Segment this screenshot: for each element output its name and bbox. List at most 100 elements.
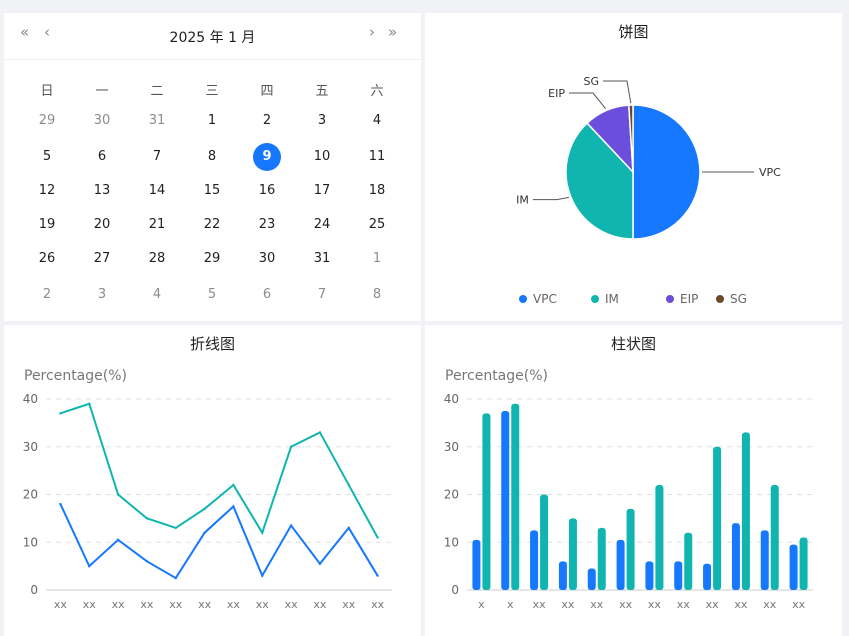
bar-series-2 bbox=[482, 413, 491, 590]
line-point bbox=[289, 524, 293, 527]
legend-marker bbox=[666, 295, 674, 303]
bar-series-1 bbox=[703, 563, 712, 590]
y-tick-label: 0 bbox=[30, 583, 38, 597]
line-point bbox=[232, 505, 235, 508]
legend-label: SG bbox=[730, 292, 747, 306]
bar-series-2 bbox=[741, 432, 750, 590]
y-tick-label: 20 bbox=[23, 488, 38, 502]
pie-slice-label: VPC bbox=[759, 166, 781, 179]
pie-label-line bbox=[603, 80, 632, 104]
x-tick-label: xx bbox=[227, 598, 241, 611]
x-tick-label: xx bbox=[285, 598, 299, 611]
next-month-button[interactable]: › bbox=[369, 23, 375, 41]
bar-series-1 bbox=[789, 544, 798, 590]
x-tick-label: xx bbox=[83, 598, 97, 611]
bar-series-2 bbox=[655, 484, 664, 590]
legend-label: VPC bbox=[533, 292, 557, 306]
calendar-day[interactable]: 24 bbox=[308, 211, 336, 239]
calendar-day[interactable]: 8 bbox=[198, 143, 226, 171]
calendar-day[interactable]: 30 bbox=[253, 245, 281, 273]
line-point bbox=[376, 536, 379, 539]
line-point bbox=[376, 574, 379, 577]
calendar-day[interactable]: 31 bbox=[143, 107, 171, 135]
calendar-day[interactable]: 7 bbox=[143, 143, 171, 171]
calendar-day[interactable]: 25 bbox=[363, 211, 391, 239]
x-tick-label: xx bbox=[792, 598, 806, 611]
calendar-day[interactable]: 1 bbox=[198, 107, 226, 135]
calendar-day[interactable]: 14 bbox=[143, 177, 171, 205]
calendar-day[interactable]: 5 bbox=[198, 281, 226, 309]
y-tick-label: 30 bbox=[23, 440, 38, 454]
calendar-day[interactable]: 20 bbox=[88, 211, 116, 239]
calendar-day[interactable]: 29 bbox=[33, 107, 61, 135]
calendar-day[interactable]: 10 bbox=[308, 143, 336, 171]
x-tick-label: xx bbox=[371, 598, 385, 611]
pie-slice-label: EIP bbox=[548, 87, 565, 100]
x-tick-label: xx bbox=[677, 598, 691, 611]
calendar-day[interactable]: 18 bbox=[363, 177, 391, 205]
weekday-header: 四 bbox=[260, 84, 274, 99]
calendar-day[interactable]: 17 bbox=[308, 177, 336, 205]
x-tick-label: xx bbox=[734, 598, 748, 611]
calendar-day[interactable]: 4 bbox=[143, 281, 171, 309]
calendar-day[interactable]: 12 bbox=[33, 177, 61, 205]
line-point bbox=[318, 431, 322, 434]
calendar-day[interactable]: 15 bbox=[198, 177, 226, 205]
legend-label: IM bbox=[605, 292, 619, 306]
calendar-day-selected[interactable]: 9 bbox=[253, 143, 281, 171]
line-point bbox=[347, 526, 350, 530]
bar-series-2 bbox=[713, 446, 722, 590]
calendar-panel: « ‹ 2025 年 1 月 › » 日一二三四五六 29 30 31 1 2 3 4 5 6 7 8… bbox=[4, 13, 421, 321]
calendar-day[interactable]: 5 bbox=[33, 143, 61, 171]
calendar-day[interactable]: 6 bbox=[88, 143, 116, 171]
calendar-day[interactable]: 31 bbox=[308, 245, 336, 273]
calendar-day[interactable]: 8 bbox=[363, 281, 391, 309]
calendar-day[interactable]: 27 bbox=[88, 245, 116, 273]
bar-series-1 bbox=[558, 561, 567, 590]
next-year-button[interactable]: » bbox=[388, 23, 397, 41]
calendar-day[interactable]: 23 bbox=[253, 211, 281, 239]
legend-marker bbox=[519, 295, 527, 303]
calendar-day[interactable]: 1 bbox=[363, 245, 391, 273]
calendar-day[interactable]: 7 bbox=[308, 281, 336, 309]
calendar-day[interactable]: 22 bbox=[198, 211, 226, 239]
bar-series-1 bbox=[587, 568, 596, 590]
x-tick-label: xx bbox=[112, 598, 126, 611]
calendar-day[interactable]: 16 bbox=[253, 177, 281, 205]
line-point bbox=[88, 402, 91, 405]
calendar-day[interactable]: 21 bbox=[143, 211, 171, 239]
calendar-day[interactable]: 2 bbox=[253, 107, 281, 135]
bar-series-2 bbox=[511, 403, 520, 590]
x-tick-label: xx bbox=[619, 598, 633, 611]
line-point bbox=[145, 517, 149, 520]
x-tick-label: xx bbox=[648, 598, 662, 611]
bar-series-2 bbox=[799, 537, 808, 590]
x-tick-label: xx bbox=[590, 598, 604, 611]
line-point bbox=[203, 507, 206, 511]
line-point bbox=[261, 574, 264, 577]
pie-label-line bbox=[569, 92, 606, 109]
bar-series-1 bbox=[674, 561, 683, 590]
calendar-day[interactable]: 3 bbox=[88, 281, 116, 309]
bar-series-2 bbox=[626, 508, 635, 590]
calendar-day[interactable]: 29 bbox=[198, 245, 226, 273]
x-tick-label: xx bbox=[169, 598, 183, 611]
calendar-day[interactable]: 6 bbox=[253, 281, 281, 309]
y-tick-label: 10 bbox=[444, 535, 459, 549]
calendar-day[interactable]: 30 bbox=[88, 107, 116, 135]
bar-series-2 bbox=[770, 484, 779, 590]
calendar-day[interactable]: 26 bbox=[33, 245, 61, 273]
calendar-day[interactable]: 4 bbox=[363, 107, 391, 135]
calendar-day[interactable]: 13 bbox=[88, 177, 116, 205]
x-tick-label: xx bbox=[54, 598, 68, 611]
pie-slice-vpc bbox=[632, 104, 701, 240]
calendar-day[interactable]: 28 bbox=[143, 245, 171, 273]
calendar-day[interactable]: 19 bbox=[33, 211, 61, 239]
calendar-day[interactable]: 3 bbox=[308, 107, 336, 135]
calendar-day[interactable]: 11 bbox=[363, 143, 391, 171]
line-point bbox=[174, 526, 177, 530]
x-tick-label: x bbox=[507, 598, 514, 611]
bar-series-2 bbox=[568, 518, 577, 590]
calendar-header: « ‹ 2025 年 1 月 › » bbox=[4, 13, 421, 60]
calendar-day[interactable]: 2 bbox=[33, 281, 61, 309]
